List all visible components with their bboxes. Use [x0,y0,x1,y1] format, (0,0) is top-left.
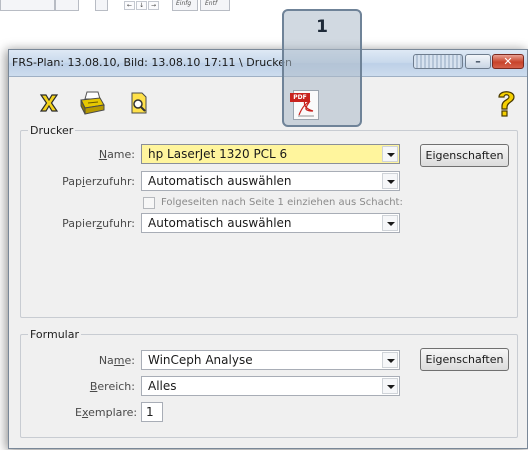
background-label: Entf [205,0,218,7]
form-properties-button[interactable]: Eigenschaften [420,348,509,371]
print-preview-icon[interactable] [127,91,151,115]
printer-icon[interactable] [78,89,106,117]
chevron-down-icon[interactable] [382,173,398,189]
chevron-down-icon[interactable] [382,378,398,394]
printer-properties-button[interactable]: Eigenschaften [420,144,509,167]
background-toolbar-strip: ← ↓ → Einfg Entf [0,0,232,12]
close-x-icon[interactable] [37,91,61,115]
exemplare-label: Exemplare: [75,406,138,419]
callout-number: 1 [316,17,328,37]
background-cell: Entf [200,0,230,11]
print-dialog-window: FRS-Plan: 13.08.10, Bild: 13.08.10 17:11… [8,49,528,449]
background-cell: Einfg [172,0,198,11]
close-button[interactable]: ✕ [492,54,524,69]
papierzufuhr-select-2-value: Automatisch auswählen [148,216,292,230]
help-icon[interactable] [493,88,519,118]
papierzufuhr-label-2: Papierzufuhr: [62,217,135,230]
chevron-down-icon[interactable] [382,215,398,231]
papierzufuhr-select-1-value: Automatisch auswählen [148,174,292,188]
background-key-right: → [148,1,159,10]
printer-select[interactable]: hp LaserJet 1320 PCL 6 [141,144,400,164]
background-cell [95,0,108,11]
form-name-select-value: WinCeph Analyse [148,353,253,367]
background-key-down: ↓ [136,1,147,10]
papierzufuhr-select-2[interactable]: Automatisch auswählen [141,213,400,233]
printer-select-value: hp LaserJet 1320 PCL 6 [148,147,288,161]
printer-properties-label: Eigenschaften [425,149,504,162]
bereich-select[interactable]: Alles [141,376,400,396]
drucker-group-title: Drucker [28,124,76,137]
background-cell [55,0,79,11]
bereich-label: Bereich: [89,380,135,393]
bereich-select-value: Alles [148,379,177,393]
chevron-down-icon[interactable] [382,352,398,368]
formular-group-title: Formular [28,328,82,341]
formular-group: Formular Name: WinCeph Analyse Eigenscha… [20,328,518,438]
window-title: FRS-Plan: 13.08.10, Bild: 13.08.10 17:11… [12,56,292,69]
form-properties-label: Eigenschaften [425,353,504,366]
chevron-down-icon[interactable] [382,146,398,162]
form-name-select[interactable]: WinCeph Analyse [141,350,400,370]
exemplare-input[interactable]: 1 [141,402,163,422]
minimize-button[interactable]: – [465,54,491,69]
followup-pages-checkbox[interactable] [143,197,155,209]
background-cell [0,0,55,11]
minimize-icon: – [475,55,481,68]
form-name-label: Name: [98,354,135,367]
papierzufuhr-select-1[interactable]: Automatisch auswählen [141,171,400,191]
window-extra-button[interactable] [413,54,463,69]
drucker-group: Drucker Name: hp LaserJet 1320 PCL 6 Eig… [20,124,518,318]
callout-box: 1 PDF [282,9,362,127]
title-bar: FRS-Plan: 13.08.10, Bild: 13.08.10 17:11… [9,50,527,77]
papierzufuhr-label-1: Papierzufuhr: [62,175,135,188]
followup-pages-label: Folgeseiten nach Seite 1 einziehen aus S… [161,197,403,208]
pdf-icon[interactable]: PDF [290,90,319,120]
printer-name-label: Name: [98,148,135,161]
background-key-left: ← [124,1,135,10]
background-label: Einfg [176,0,192,7]
close-icon: ✕ [503,55,513,68]
